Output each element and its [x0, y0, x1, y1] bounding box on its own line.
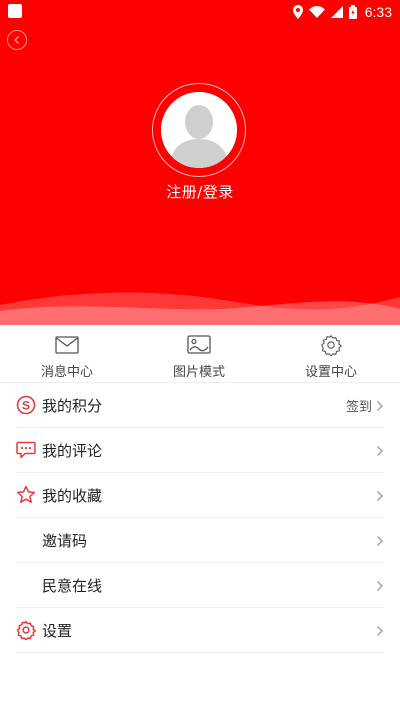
- menu-item-label: 设置: [42, 621, 73, 640]
- profile-header: 6:33 注册/登录: [0, 0, 400, 325]
- back-button[interactable]: [7, 30, 27, 50]
- chevron-right-icon: [376, 535, 384, 547]
- row-right: [376, 473, 384, 518]
- menu-item-public-opinion[interactable]: 民意在线: [16, 563, 384, 608]
- row-right: 签到: [346, 383, 384, 428]
- menu-item-settings[interactable]: 设置: [16, 608, 384, 653]
- app-notification-icon: [8, 4, 22, 18]
- image-mode-button[interactable]: 图片模式: [158, 325, 240, 382]
- battery-icon: [348, 5, 357, 19]
- chevron-right-icon: [376, 580, 384, 592]
- menu-item-label: 我的积分: [42, 396, 103, 415]
- message-center-button[interactable]: 消息中心: [26, 325, 108, 382]
- wifi-icon: [308, 6, 325, 18]
- status-bar: 6:33: [0, 0, 400, 24]
- status-time: 6:33: [364, 4, 392, 20]
- header-wave-decoration: [0, 292, 400, 325]
- sign-in-label[interactable]: 签到: [346, 396, 372, 415]
- menu-item-label: 我的收藏: [42, 486, 103, 505]
- menu-item-comments[interactable]: 我的评论: [16, 428, 384, 473]
- row-right: [376, 563, 384, 608]
- default-user-icon: [161, 92, 237, 168]
- empty-icon-slot: [16, 529, 42, 551]
- gear-icon: [321, 335, 342, 356]
- comment-icon: [16, 439, 42, 461]
- menu-item-label: 民意在线: [42, 576, 103, 595]
- chevron-right-icon: [376, 400, 384, 412]
- login-register-link[interactable]: 注册/登录: [0, 181, 400, 202]
- menu-item-favorites[interactable]: 我的收藏: [16, 473, 384, 518]
- points-icon: S: [16, 394, 42, 416]
- row-right: [376, 608, 384, 653]
- menu-item-invite-code[interactable]: 邀请码: [16, 518, 384, 563]
- menu-item-label: 我的评论: [42, 441, 103, 460]
- quick-action-label: 设置中心: [304, 365, 357, 380]
- location-icon: [292, 5, 303, 19]
- settings-gear-icon: [16, 619, 42, 641]
- chevron-left-icon: [14, 36, 19, 44]
- quick-action-label: 消息中心: [40, 365, 93, 380]
- quick-actions-bar: 消息中心 图片模式 设置中心: [0, 325, 400, 383]
- menu-item-label: 邀请码: [42, 531, 88, 550]
- menu-list: S 我的积分 签到 我的评论 我的收藏 邀请码 民意在线 设置: [16, 383, 384, 653]
- chevron-right-icon: [376, 490, 384, 502]
- quick-action-label: 图片模式: [172, 365, 225, 380]
- row-right: [376, 428, 384, 473]
- avatar[interactable]: [161, 92, 237, 168]
- signal-icon: [330, 6, 343, 18]
- menu-item-points[interactable]: S 我的积分 签到: [16, 383, 384, 428]
- star-icon: [16, 484, 42, 506]
- image-icon: [187, 335, 211, 354]
- row-right: [376, 518, 384, 563]
- envelope-icon: [55, 336, 79, 354]
- empty-icon-slot: [16, 574, 42, 596]
- chevron-right-icon: [376, 625, 384, 637]
- svg-text:S: S: [22, 398, 30, 412]
- status-icons: 6:33: [292, 3, 392, 21]
- settings-center-button[interactable]: 设置中心: [290, 325, 372, 382]
- chevron-right-icon: [376, 445, 384, 457]
